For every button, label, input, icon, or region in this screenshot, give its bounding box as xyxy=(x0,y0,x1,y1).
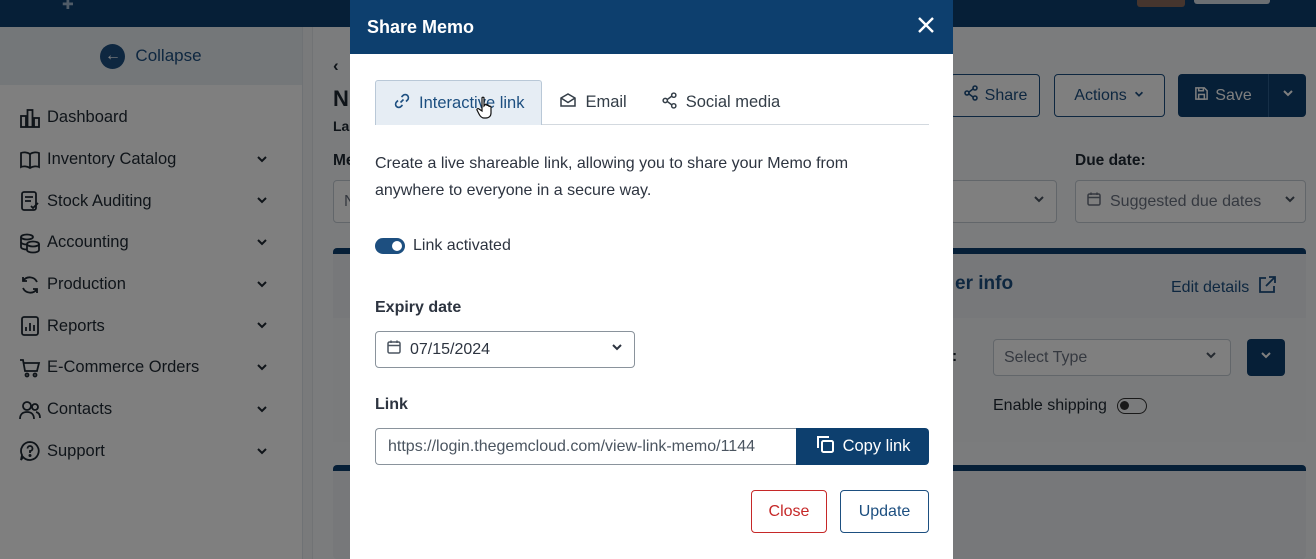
expiry-date-select[interactable]: 07/15/2024 xyxy=(375,331,635,368)
close-button[interactable]: Close xyxy=(751,490,827,533)
tab-interactive-link[interactable]: Interactive link xyxy=(375,80,543,125)
close-icon[interactable] xyxy=(917,15,935,39)
share-memo-modal: Share Memo Interactive link Email Social… xyxy=(350,0,953,559)
link-activated-toggle[interactable] xyxy=(375,238,405,254)
tab-email[interactable]: Email xyxy=(542,80,643,125)
hand-pointer-icon xyxy=(476,96,494,125)
link-label: Link xyxy=(375,396,408,413)
copy-link-label: Copy link xyxy=(842,437,911,455)
tab-social-media[interactable]: Social media xyxy=(644,80,797,125)
expiry-date-label: Expiry date xyxy=(375,299,462,316)
tab-label: Social media xyxy=(685,93,781,111)
copy-icon xyxy=(815,434,835,459)
link-activated-row: Link activated xyxy=(375,237,511,255)
share-tabs: Interactive link Email Social media xyxy=(375,80,929,125)
expiry-date-value: 07/15/2024 xyxy=(410,340,491,358)
tab-label: Email xyxy=(585,93,627,111)
close-button-label: Close xyxy=(768,502,810,520)
share-description: Create a live shareable link, allowing y… xyxy=(375,155,849,199)
tab-label: Interactive link xyxy=(419,93,525,112)
share-nodes-icon xyxy=(661,91,678,114)
link-row: Copy link xyxy=(375,428,929,465)
update-button[interactable]: Update xyxy=(840,490,929,533)
link-icon xyxy=(393,92,411,115)
copy-link-button[interactable]: Copy link xyxy=(796,428,929,465)
modal-title: Share Memo xyxy=(367,16,475,37)
update-button-label: Update xyxy=(858,502,911,520)
calendar-icon xyxy=(386,339,402,360)
chevron-down-icon xyxy=(610,340,624,359)
link-activated-label: Link activated xyxy=(413,237,511,254)
share-link-input[interactable] xyxy=(375,428,796,465)
modal-header: Share Memo xyxy=(350,0,953,54)
envelope-icon xyxy=(559,91,577,114)
toggle-knob xyxy=(392,241,402,251)
